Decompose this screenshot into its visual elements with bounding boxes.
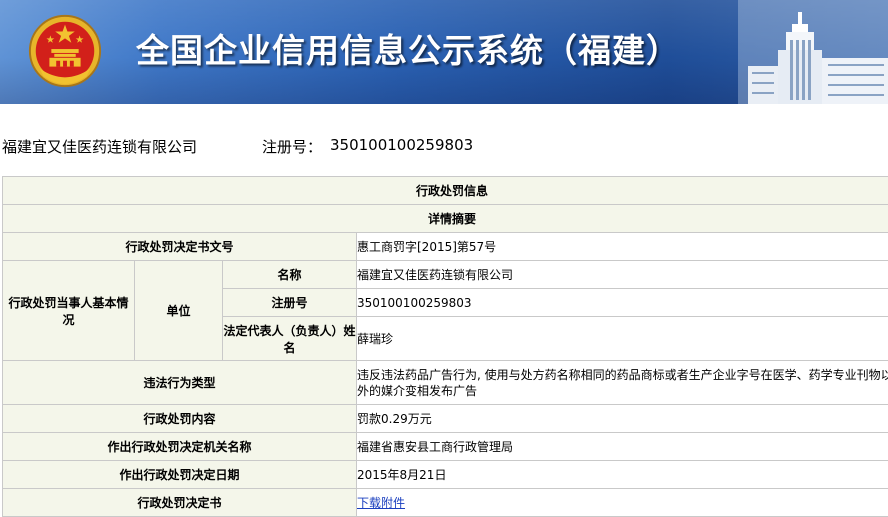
registration-label: 注册号 <box>223 289 357 317</box>
name-label: 名称 <box>223 261 357 289</box>
download-attachment-link[interactable]: 下载附件 <box>357 496 405 510</box>
company-bar: 福建宜又佳医药连锁有限公司 注册号： 350100100259803 <box>0 104 888 176</box>
registration-value: 350100100259803 <box>357 289 888 317</box>
section-subtitle: 详情摘要 <box>3 205 888 233</box>
national-emblem-icon <box>26 12 104 90</box>
legal-rep-label: 法定代表人（负责人）姓名 <box>223 317 357 361</box>
authority-label: 作出行政处罚决定机关名称 <box>3 433 357 461</box>
table-row: 行政处罚信息 <box>3 177 888 205</box>
table-row: 行政处罚内容 罚款0.29万元 <box>3 405 888 433</box>
violation-type-label: 违法行为类型 <box>3 361 357 405</box>
doc-number-value: 惠工商罚字[2015]第57号 <box>357 233 888 261</box>
table-row: 作出行政处罚决定日期 2015年8月21日 <box>3 461 888 489</box>
table-row: 作出行政处罚决定机关名称 福建省惠安县工商行政管理局 <box>3 433 888 461</box>
party-info-label: 行政处罚当事人基本情况 <box>3 261 135 361</box>
table-row: 行政处罚当事人基本情况 单位 名称 福建宜又佳医药连锁有限公司 <box>3 261 888 289</box>
penalty-content-label: 行政处罚内容 <box>3 405 357 433</box>
penalty-info-table: 行政处罚信息 详情摘要 行政处罚决定书文号 惠工商罚字[2015]第57号 行政… <box>2 176 888 517</box>
unit-label: 单位 <box>135 261 223 361</box>
registration-number-value: 350100100259803 <box>330 136 473 154</box>
site-banner: 全国企业信用信息公示系统（福建） <box>0 0 888 104</box>
company-name: 福建宜又佳医药连锁有限公司 <box>2 136 197 157</box>
decision-date-label: 作出行政处罚决定日期 <box>3 461 357 489</box>
registration-number-label: 注册号： <box>262 136 322 157</box>
legal-rep-value: 薛瑞珍 <box>357 317 888 361</box>
table-row: 详情摘要 <box>3 205 888 233</box>
section-title: 行政处罚信息 <box>3 177 888 205</box>
table-row: 违法行为类型 违反违法药品广告行为, 使用与处方药名称相同的药品商标或者生产企业… <box>3 361 888 405</box>
site-title: 全国企业信用信息公示系统（福建） <box>136 24 680 72</box>
table-row: 行政处罚决定书 下载附件 <box>3 489 888 517</box>
penalty-content-value: 罚款0.29万元 <box>357 405 888 433</box>
building-illustration-icon <box>738 0 888 104</box>
table-row: 行政处罚决定书文号 惠工商罚字[2015]第57号 <box>3 233 888 261</box>
decision-date-value: 2015年8月21日 <box>357 461 888 489</box>
name-value: 福建宜又佳医药连锁有限公司 <box>357 261 888 289</box>
decision-doc-cell: 下载附件 <box>357 489 888 517</box>
authority-value: 福建省惠安县工商行政管理局 <box>357 433 888 461</box>
violation-type-value: 违反违法药品广告行为, 使用与处方药名称相同的药品商标或者生产企业字号在医学、药… <box>357 361 888 405</box>
decision-doc-label: 行政处罚决定书 <box>3 489 357 517</box>
doc-number-label: 行政处罚决定书文号 <box>3 233 357 261</box>
